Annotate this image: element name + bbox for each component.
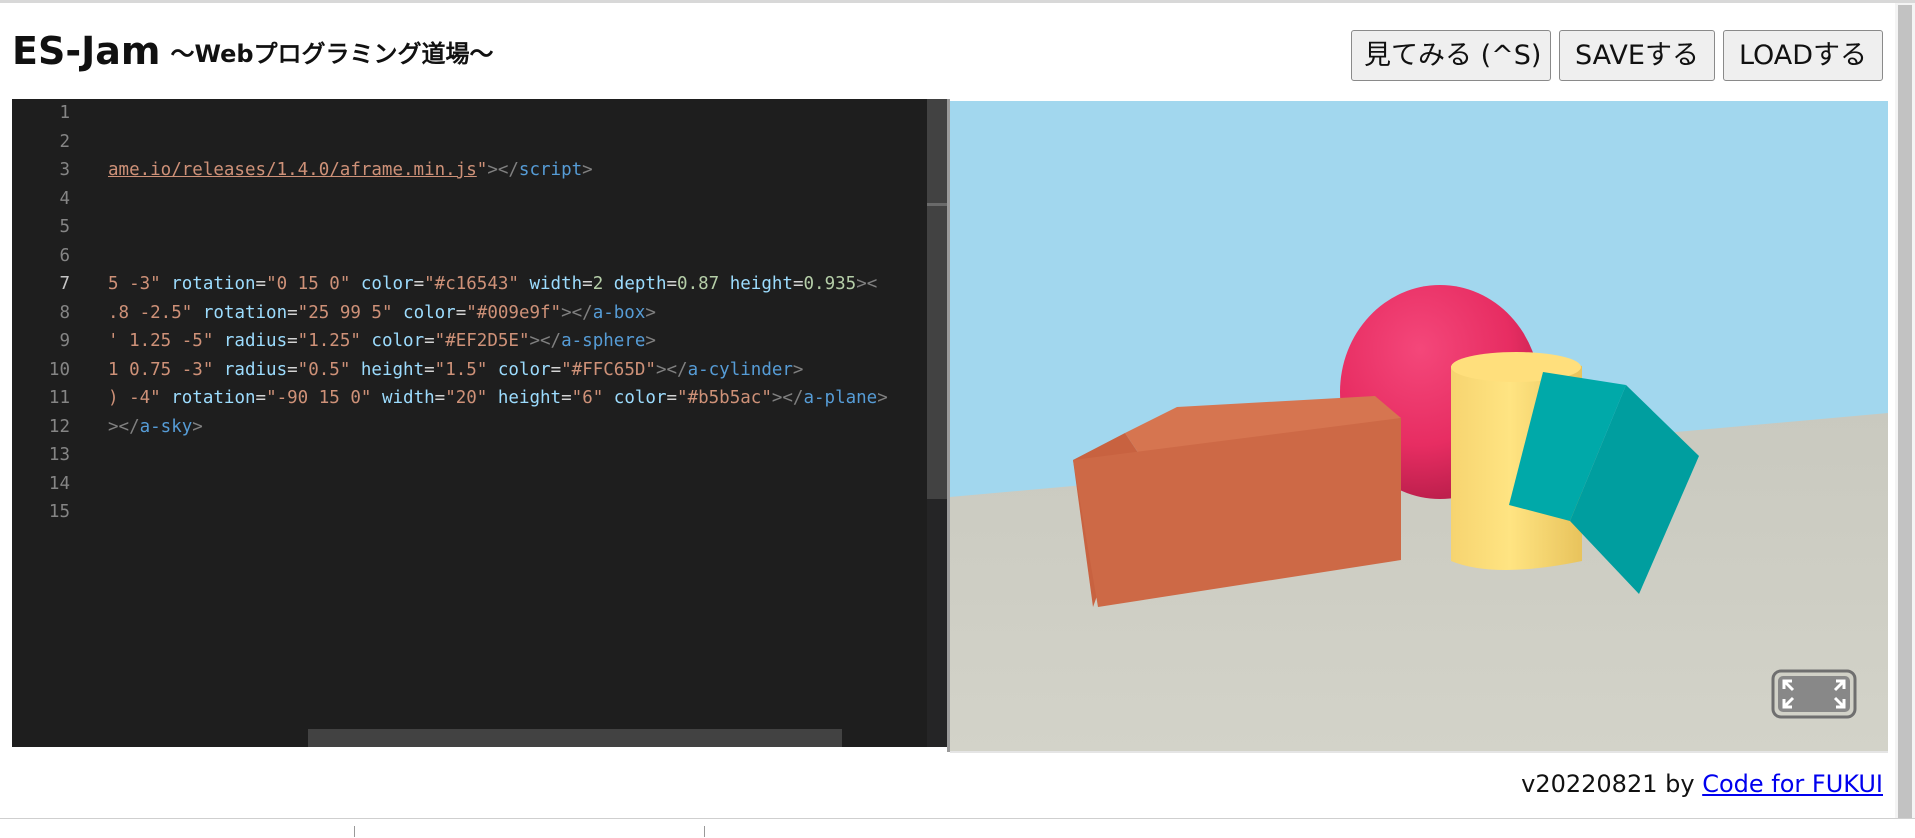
code-line-11: ) -4" rotation="-90 15 0" width="20" hei… — [108, 388, 888, 408]
code-line-3: ame.io/releases/1.4.0/aframe.min.js"></s… — [108, 160, 593, 180]
code-line-9: ' 1.25 -5" radius="1.25" color="#EF2D5E"… — [108, 331, 656, 351]
footer: v20220821 by Code for FUKUI — [1521, 770, 1883, 798]
view-button[interactable]: 見てみる (^S) — [1351, 30, 1551, 81]
line-number: 13 — [48, 445, 70, 465]
code-editor[interactable]: 1 2 3 4 5 6 7 8 9 10 11 12 13 14 15 ame.… — [12, 99, 947, 747]
code-line-12: ></a-sky> — [108, 416, 203, 437]
aframe-scene-preview[interactable] — [950, 101, 1888, 753]
enter-fullscreen-icon[interactable] — [1771, 669, 1857, 719]
app-title-text: ES-Jam — [12, 29, 161, 73]
editor-horizontal-scroll-thumb[interactable] — [308, 729, 842, 747]
line-number: 10 — [48, 359, 70, 380]
bottom-strip — [0, 818, 1915, 838]
line-number: 15 — [48, 502, 70, 522]
divider-tick — [354, 826, 355, 837]
line-number: 12 — [48, 416, 70, 437]
line-number-gutter: 1 2 3 4 5 6 7 8 9 10 11 12 13 14 15 — [12, 99, 102, 747]
code-line-7: 5 -3" rotation="0 15 0" color="#c16543" … — [108, 274, 878, 294]
app-title: ES-Jam ～Webプログラミング道場～ — [12, 29, 494, 73]
line-number: 5 — [59, 217, 70, 237]
code-line-8: .8 -2.5" rotation="25 99 5" color="#009e… — [108, 302, 656, 323]
divider-tick — [704, 826, 705, 837]
editor-vertical-scroll-thumb[interactable] — [927, 99, 947, 499]
code-for-fukui-link[interactable]: Code for FUKUI — [1702, 770, 1883, 798]
code-line-10: 1 0.75 -3" radius="0.5" height="1.5" col… — [108, 359, 804, 380]
line-number: 4 — [59, 188, 70, 209]
line-number: 2 — [59, 131, 70, 152]
line-number: 11 — [48, 388, 70, 408]
editor-cursor-marker — [927, 203, 947, 206]
version-text: v20220821 by — [1521, 770, 1703, 798]
page-scroll-thumb[interactable] — [1898, 5, 1912, 819]
code-area[interactable]: ame.io/releases/1.4.0/aframe.min.js"></s… — [108, 99, 938, 747]
line-number: 1 — [59, 103, 70, 123]
line-number: 14 — [48, 473, 70, 494]
header: ES-Jam ～Webプログラミング道場～ 見てみる (^S) SAVEする LO… — [0, 3, 1915, 99]
script-src-url[interactable]: ame.io/releases/1.4.0/aframe.min.js — [108, 160, 477, 180]
save-button[interactable]: SAVEする — [1559, 30, 1715, 81]
line-number: 6 — [59, 245, 70, 266]
app-subtitle: ～Webプログラミング道場～ — [170, 40, 494, 68]
line-number: 8 — [59, 302, 70, 323]
scene-render — [950, 101, 1888, 751]
line-number: 9 — [59, 331, 70, 351]
line-number-active: 7 — [59, 274, 70, 294]
load-button[interactable]: LOADする — [1723, 30, 1883, 81]
line-number: 3 — [59, 160, 70, 180]
